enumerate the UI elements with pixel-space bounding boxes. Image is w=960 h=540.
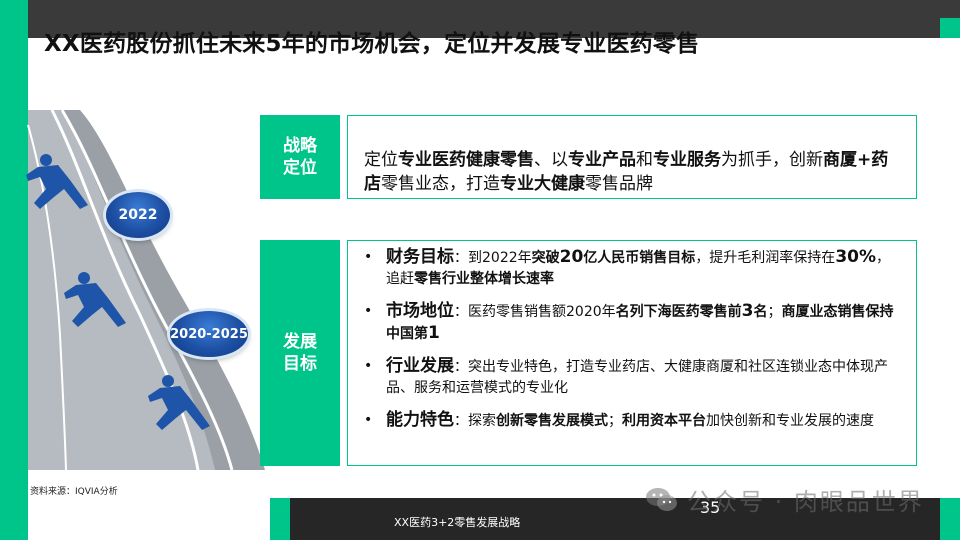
text-run: 市场地位 [386, 301, 454, 321]
text-run: ：突出专业特色，打造专业药店、大健康商厦和社区连锁业态中体现产品、服务和运营模式… [386, 359, 888, 396]
source-note: 资料来源：IQVIA分析 [30, 487, 118, 497]
year-badge-2020-2025: 2020-2025 [170, 311, 248, 357]
text-run: 亿人民币销售目标 [583, 250, 696, 266]
text-run: 利用资本平台 [622, 413, 706, 429]
development-content-box: • 财务目标：到2022年突破20亿人民币销售目标，提升毛利润率保持在30%，追赶… [347, 240, 917, 466]
text-run: 零售业态，打造 [381, 174, 500, 194]
strategy-label-line1: 战略 [283, 136, 317, 156]
strategy-content-box: 定位专业医药健康零售、以专业产品和专业服务为抓手，创新商厦+药店零售业态，打造专… [347, 115, 917, 199]
watermark: 公众号 · 肉眼品世界 [645, 482, 924, 517]
text-run: ：医药零售销售额2020年 [454, 304, 616, 320]
text-run: 30% [835, 247, 877, 267]
text-run: 和 [636, 150, 653, 170]
bullet-dot-icon: • [364, 249, 373, 265]
text-run: 名列下海医药零售前 [615, 304, 742, 320]
text-run: ：探索 [454, 413, 496, 429]
top-right-accent [940, 18, 960, 38]
text-run: 零售品牌 [585, 174, 653, 194]
text-run: 、以 [534, 150, 568, 170]
development-label-line1: 发展 [283, 332, 317, 352]
text-run: 专业医药健康零售 [398, 150, 534, 170]
strategy-label: 战略 定位 [260, 115, 340, 199]
text-run: 定位 [364, 150, 398, 170]
text-run: ； [767, 304, 782, 320]
watermark-text: 公众号 · 肉眼品世界 [687, 488, 924, 516]
bullet-dot-icon: • [364, 412, 373, 428]
list-item: • 能力特色：探索创新零售发展模式；利用资本平台加快创新和专业发展的速度 [362, 410, 902, 432]
footer-green-accent-left [270, 498, 290, 540]
list-item: • 市场地位：医药零售销售额2020年名列下海医药零售前3名；商厦业态销售保持中国… [362, 301, 902, 345]
development-label: 发展 目标 [260, 240, 340, 466]
text-run: ； [608, 413, 622, 429]
strategy-text: 定位专业医药健康零售、以专业产品和专业服务为抓手，创新商厦+药店零售业态，打造专… [364, 148, 898, 196]
wechat-icon [646, 487, 677, 511]
text-run: 1 [428, 323, 440, 343]
text-run: 加快创新和专业发展的速度 [706, 413, 874, 429]
text-run: ，提升毛利润率保持在 [695, 250, 836, 266]
strategy-label-line2: 定位 [283, 158, 317, 178]
text-run: 行业发展 [386, 356, 454, 376]
text-run: 财务目标 [386, 247, 454, 267]
text-run: 突破 [531, 250, 560, 266]
text-run: 创新零售发展模式 [496, 413, 608, 429]
text-run: 20 [559, 247, 584, 267]
slide-title: XX医药股份抓住未来5年的市场机会，定位并发展专业医药零售 [44, 31, 700, 57]
road-runners-illustration [18, 109, 265, 477]
text-run: 能力特色 [386, 410, 454, 430]
text-run: 专业大健康 [500, 174, 585, 194]
top-green-accent [0, 0, 28, 38]
year-badge-2022: 2022 [106, 192, 170, 238]
decorative-dots [18, 428, 22, 477]
list-item: • 行业发展：突出专业特色，打造专业药店、大健康商厦和社区连锁业态中体现产品、服务… [362, 356, 902, 399]
bullet-dot-icon: • [364, 358, 373, 374]
text-run: 为抓手，创新 [721, 150, 823, 170]
text-run: 专业服务 [653, 150, 721, 170]
footer-green-accent-right [940, 498, 960, 540]
text-run: 零售行业整体增长速率 [414, 271, 554, 287]
text-run: ：到2022年 [454, 250, 532, 266]
text-run: 专业产品 [568, 150, 636, 170]
text-run: 名 [753, 304, 768, 320]
development-bullet-list: • 财务目标：到2022年突破20亿人民币销售目标，提升毛利润率保持在30%，追赶… [362, 247, 902, 432]
text-run: 3 [741, 301, 754, 321]
list-item: • 财务目标：到2022年突破20亿人民币销售目标，提升毛利润率保持在30%，追赶… [362, 247, 902, 290]
footer-title: XX医药3+2零售发展战略 [394, 516, 521, 529]
bullet-dot-icon: • [364, 303, 373, 319]
development-label-line2: 目标 [283, 354, 317, 374]
